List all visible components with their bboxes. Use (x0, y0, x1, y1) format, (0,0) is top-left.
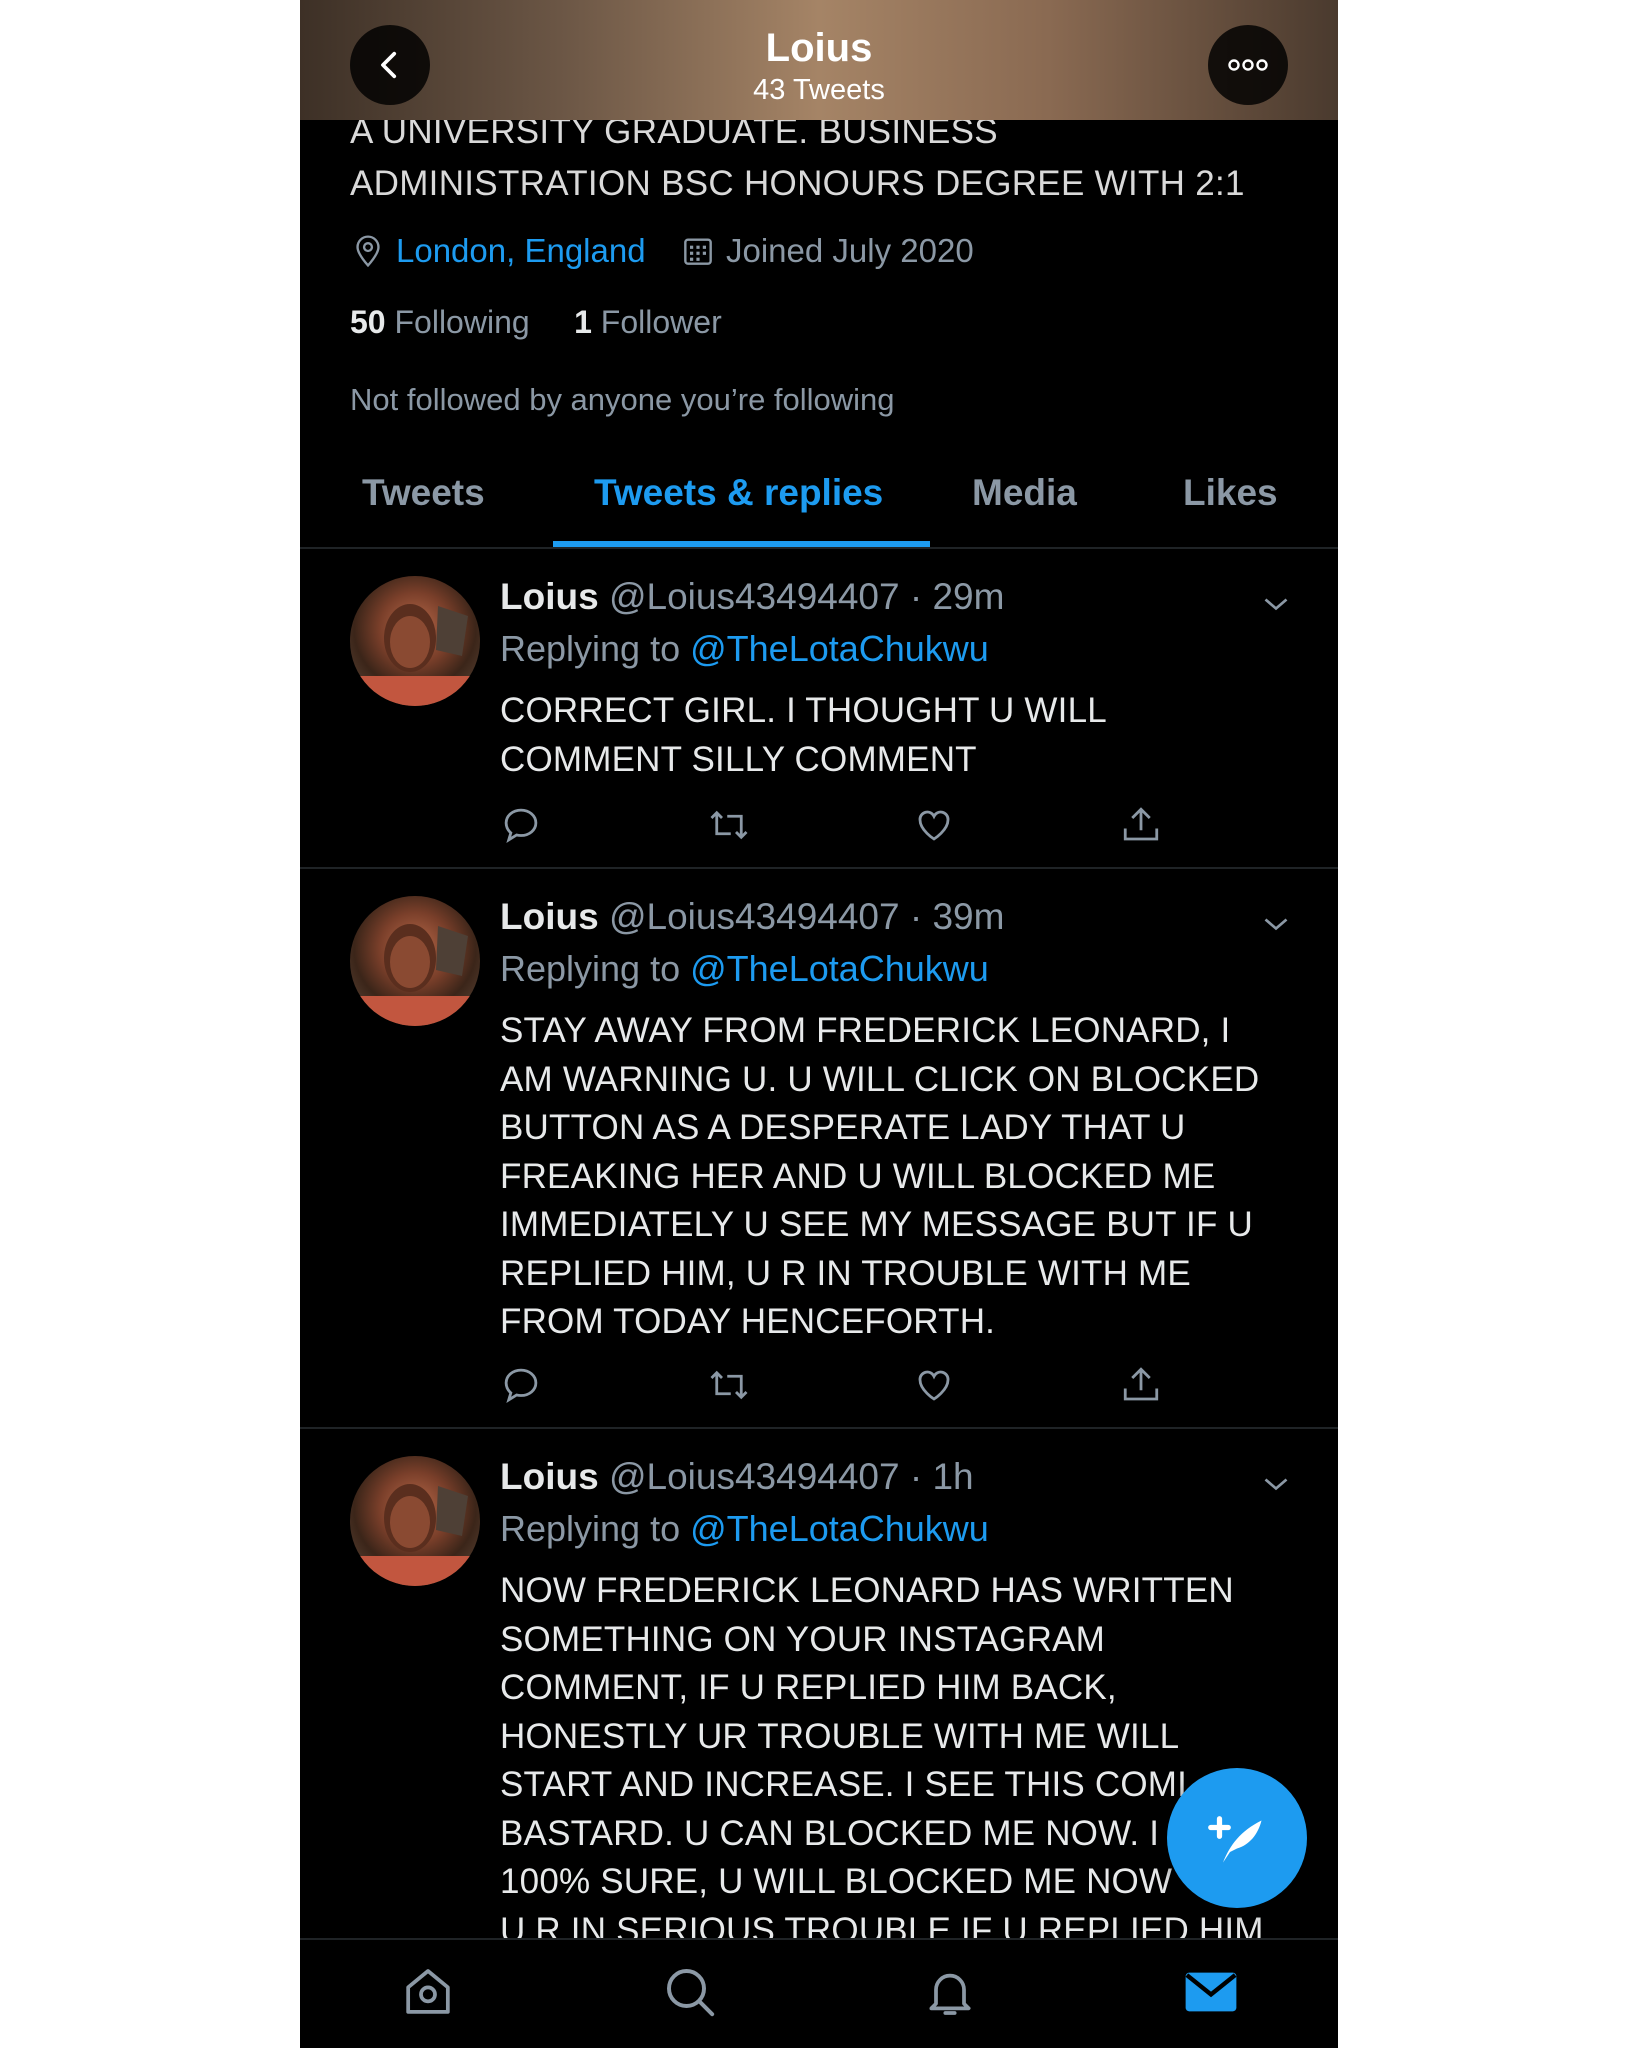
author-name[interactable]: Loius (500, 576, 599, 617)
tweet-header: Loius @Loius43494407 · 1h (500, 1456, 974, 1498)
tab-media[interactable]: Media (972, 472, 1077, 514)
author-name[interactable]: Loius (500, 896, 599, 937)
replying-handle[interactable]: @TheLotaChukwu (690, 628, 989, 669)
followers-count: 1 (574, 304, 592, 340)
tweet-time: · 29m (909, 576, 1005, 617)
chevron-down-icon[interactable] (1258, 1466, 1294, 1507)
search-icon[interactable] (662, 1964, 718, 2025)
joined-date: Joined July 2020 (682, 232, 974, 270)
bio-line-2: ADMINISTRATION BSC HONOURS DEGREE WITH 2… (350, 164, 1245, 203)
messages-icon[interactable] (1182, 1964, 1240, 2025)
following-link[interactable]: 50 Following (350, 304, 530, 340)
compose-tweet-button[interactable] (1167, 1768, 1307, 1908)
tweet-divider (300, 867, 1338, 869)
tweet-time: · 1h (909, 1456, 974, 1497)
share-icon[interactable] (1120, 1364, 1162, 1411)
followers-link[interactable]: 1 Follower (574, 304, 722, 340)
tweet-header: Loius @Loius43494407 · 39m (500, 896, 1004, 938)
tabs-divider (300, 547, 1338, 549)
author-name[interactable]: Loius (500, 1456, 599, 1497)
profile-header-bar: Loius 43 Tweets (300, 0, 1338, 120)
author-handle[interactable]: @Loius43494407 (609, 576, 900, 617)
retweet-icon[interactable] (706, 1364, 752, 1411)
replying-label: Replying to (500, 628, 681, 669)
chevron-down-icon[interactable] (1258, 906, 1294, 947)
calendar-icon (684, 238, 712, 265)
like-icon[interactable] (913, 804, 955, 851)
chevron-down-icon[interactable] (1258, 586, 1294, 627)
tweet-time: · 39m (909, 896, 1005, 937)
followers-label: Follower (600, 304, 722, 340)
location-pin-icon (356, 235, 380, 268)
header-name: Loius (765, 26, 873, 70)
more-icon (1228, 59, 1268, 71)
tab-tweets[interactable]: Tweets (362, 472, 485, 514)
following-label: Following (394, 304, 530, 340)
avatar[interactable] (350, 576, 480, 706)
tweet-actions (500, 804, 1159, 851)
like-icon[interactable] (913, 1364, 955, 1411)
retweet-icon[interactable] (706, 804, 752, 851)
tab-tweets-and-replies[interactable]: Tweets & replies (594, 472, 883, 514)
tweet-actions (500, 1364, 1159, 1411)
tweet-text: STAY AWAY FROM FREDERICK LEONARD, I AM W… (500, 1011, 1260, 1341)
replying-handle[interactable]: @TheLotaChukwu (690, 1508, 989, 1549)
share-icon[interactable] (1120, 804, 1162, 851)
tab-likes[interactable]: Likes (1183, 472, 1278, 514)
author-handle[interactable]: @Loius43494407 (609, 896, 900, 937)
reply-icon[interactable] (500, 804, 542, 851)
avatar[interactable] (350, 1456, 480, 1586)
tweet-text: CORRECT GIRL. I THOUGHT U WILL COMMENT S… (500, 691, 1107, 779)
more-options-button[interactable] (1208, 25, 1288, 105)
location-text[interactable]: London, England (396, 232, 646, 270)
tweet-divider (300, 1427, 1338, 1429)
bottom-navigation (300, 1938, 1338, 2048)
phone-screen: A UNIVERSITY GRADUATE. BUSINESS ADMINIST… (300, 0, 1338, 2048)
header-tweet-count: 43 Tweets (753, 74, 885, 106)
notifications-icon[interactable] (922, 1964, 978, 2025)
replying-to: Replying to @TheLotaChukwu (500, 1508, 989, 1550)
home-icon[interactable] (400, 1964, 456, 2025)
following-count: 50 (350, 304, 386, 340)
not-followed-notice: Not followed by anyone you’re following (350, 382, 895, 417)
tweet-header: Loius @Loius43494407 · 29m (500, 576, 1004, 618)
tweet-card[interactable]: Loius @Loius43494407 · 29m Replying to @… (300, 576, 1338, 866)
follow-stats: 50 Following 1 Follower (350, 304, 722, 341)
replying-handle[interactable]: @TheLotaChukwu (690, 948, 989, 989)
joined-text: Joined July 2020 (726, 232, 974, 269)
reply-icon[interactable] (500, 1364, 542, 1411)
compose-icon (1208, 1816, 1262, 1863)
replying-label: Replying to (500, 1508, 681, 1549)
author-handle[interactable]: @Loius43494407 (609, 1456, 900, 1497)
tweet-card[interactable]: Loius @Loius43494407 · 39m Replying to @… (300, 896, 1338, 1426)
avatar[interactable] (350, 896, 480, 1026)
replying-label: Replying to (500, 948, 681, 989)
replying-to: Replying to @TheLotaChukwu (500, 948, 989, 990)
location[interactable]: London, England (352, 232, 646, 270)
replying-to: Replying to @TheLotaChukwu (500, 628, 989, 670)
